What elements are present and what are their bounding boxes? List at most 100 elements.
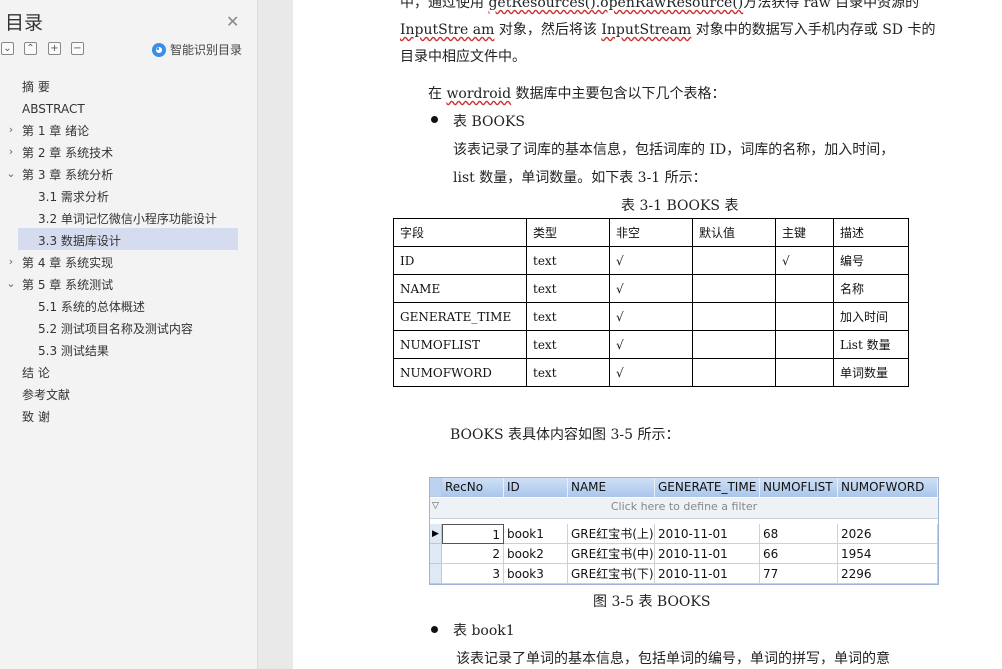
grid-cell[interactable]: 2010-11-01	[655, 544, 760, 564]
toc-item[interactable]: 第 5 章 系统测试	[22, 274, 113, 296]
grid-cell[interactable]: 68	[760, 524, 838, 544]
grid-column-header[interactable]: RecNo	[442, 478, 504, 497]
grid-column-header[interactable]: GENERATE_TIME	[655, 478, 760, 497]
grid-cell[interactable]: 66	[760, 544, 838, 564]
row-pointer-icon: ▶	[430, 524, 442, 544]
grid-column-header[interactable]: ID	[504, 478, 568, 497]
table-cell	[692, 274, 776, 303]
text-run: 对象中的数据写入手机内存或 SD 卡的	[691, 22, 936, 38]
doc-line-2: InputStre am 对象，然后将该 InputStream 对象中的数据写…	[400, 19, 935, 39]
grid-cell[interactable]: 2010-11-01	[655, 524, 760, 544]
table-caption: 表 3-1 BOOKS 表	[621, 198, 739, 214]
grid-cell[interactable]: 2010-11-01	[655, 564, 760, 584]
chevron-right-icon[interactable]: ›	[5, 145, 17, 158]
toc-item[interactable]: 致 谢	[22, 406, 50, 428]
grid-column-header[interactable]: NAME	[568, 478, 655, 497]
row-indicator	[430, 564, 442, 584]
toc-item[interactable]: 5.1 系统的总体概述	[38, 296, 145, 318]
table-row: NUMOFLIST text √ List 数量	[393, 330, 909, 359]
table-cell	[775, 330, 834, 359]
smart-toc-button[interactable]: ◕ 智能识别目录	[152, 41, 242, 58]
figure-caption: 图 3-5 表 BOOKS	[593, 594, 711, 610]
close-icon[interactable]: ✕	[226, 12, 239, 31]
smart-toc-label: 智能识别目录	[170, 43, 243, 57]
grid-filter-row[interactable]: ▽ Click here to define a filter	[430, 498, 938, 519]
table-cell: NUMOFWORD	[393, 358, 527, 387]
toc-item[interactable]: 3.3 数据库设计	[38, 230, 121, 252]
text-run: 中，通过使用	[400, 0, 489, 11]
toc-item[interactable]: ABSTRACT	[22, 98, 85, 120]
toc-item[interactable]: 第 4 章 系统实现	[22, 252, 113, 274]
table-cell: text	[526, 302, 610, 331]
table-cell: NUMOFLIST	[393, 330, 527, 359]
grid-cell[interactable]: GRE红宝书(上)	[568, 524, 655, 544]
desc-line-3: 该表记录了单词的基本信息，包括单词的编号，单词的拼写，单词的意	[456, 651, 890, 667]
table-header-cell: 非空	[609, 218, 693, 247]
collapse-all-icon[interactable]: ⌄	[1, 42, 14, 55]
table-cell	[775, 302, 834, 331]
add-icon[interactable]: +	[48, 42, 61, 55]
table-cell	[692, 302, 776, 331]
bullet-books: 表 BOOKS	[453, 114, 526, 130]
grid-cell[interactable]: GRE红宝书(中)	[568, 544, 655, 564]
grid-column-header[interactable]: NUMOFWORD	[838, 478, 938, 497]
toc-item[interactable]: 参考文献	[22, 384, 70, 406]
grid-cell[interactable]: 2	[442, 544, 504, 564]
desc-line-1: 该表记录了词库的基本信息，包括词库的 ID，词库的名称，加入时间，	[453, 142, 895, 158]
table-cell: text	[526, 274, 610, 303]
grid-cell[interactable]: book2	[504, 544, 568, 564]
toc-item[interactable]: 3.2 单词记忆微信小程序功能设计	[38, 208, 217, 230]
table-cell	[775, 358, 834, 387]
table-cell: 单词数量	[833, 358, 909, 387]
grid-row[interactable]: ▶ 1 book1 GRE红宝书(上) 2010-11-01 68 2026	[430, 524, 938, 544]
table-cell: 编号	[833, 246, 909, 275]
filter-hint: Click here to define a filter	[610, 500, 758, 513]
text-run: 方法获得 raw 目录中资源的	[743, 0, 920, 11]
table-cell: ID	[393, 246, 527, 275]
grid-cell[interactable]: 77	[760, 564, 838, 584]
toc-title: 目录	[5, 12, 44, 34]
grid-cell[interactable]: 2296	[838, 564, 938, 584]
remove-icon[interactable]: −	[71, 42, 84, 55]
grid-corner	[430, 478, 442, 497]
grid-cell[interactable]: book3	[504, 564, 568, 584]
chevron-down-icon[interactable]: ⌄	[5, 277, 17, 290]
toc-item[interactable]: 结 论	[22, 362, 50, 384]
chevron-right-icon[interactable]: ›	[5, 123, 17, 136]
toc-item[interactable]: 第 1 章 绪论	[22, 120, 89, 142]
grid-row[interactable]: 3 book3 GRE红宝书(下) 2010-11-01 77 2296	[430, 564, 938, 584]
grid-header: RecNo ID NAME GENERATE_TIME NUMOFLIST NUMOFWO…	[430, 478, 938, 497]
row-indicator	[430, 544, 442, 564]
text-run: 在	[428, 86, 447, 102]
grid-row[interactable]: 2 book2 GRE红宝书(中) 2010-11-01 66 1954	[430, 544, 938, 564]
table-cell	[775, 274, 834, 303]
grid-cell[interactable]: 3	[442, 564, 504, 584]
toc-item[interactable]: 摘 要	[22, 76, 50, 98]
expand-all-icon[interactable]: ⌃	[24, 42, 37, 55]
chevron-right-icon[interactable]: ›	[5, 255, 17, 268]
grid-cell[interactable]: GRE红宝书(下)	[568, 564, 655, 584]
grid-column-header[interactable]: NUMOFLIST	[760, 478, 838, 497]
table-cell: √	[609, 246, 693, 275]
grid-cell[interactable]: 1	[442, 524, 504, 544]
toc-item[interactable]: 5.2 测试项目名称及测试内容	[38, 318, 193, 340]
grid-cell[interactable]: 2026	[838, 524, 938, 544]
text-run: InputStream	[601, 22, 692, 38]
text-run: InputStre am	[400, 22, 495, 38]
grid-cell[interactable]: 1954	[838, 544, 938, 564]
toc-item[interactable]: 第 3 章 系统分析	[22, 164, 113, 186]
table-header-cell: 字段	[393, 218, 527, 247]
table-cell: 名称	[833, 274, 909, 303]
table-cell	[692, 330, 776, 359]
toc-item[interactable]: 第 2 章 系统技术	[22, 142, 113, 164]
text-run: getResources().openRawResource()	[488, 0, 744, 11]
grid-cell[interactable]: book1	[504, 524, 568, 544]
toc-item[interactable]: 3.1 需求分析	[38, 186, 109, 208]
toc-item[interactable]: 5.3 测试结果	[38, 340, 109, 362]
bullet-icon	[431, 116, 438, 123]
table-cell: √	[775, 246, 834, 275]
table-cell: text	[526, 246, 610, 275]
doc-line-1: 中，通过使用 getResources().openRawResource()方…	[400, 0, 919, 12]
table-header-cell: 描述	[833, 218, 909, 247]
chevron-down-icon[interactable]: ⌄	[5, 167, 17, 180]
